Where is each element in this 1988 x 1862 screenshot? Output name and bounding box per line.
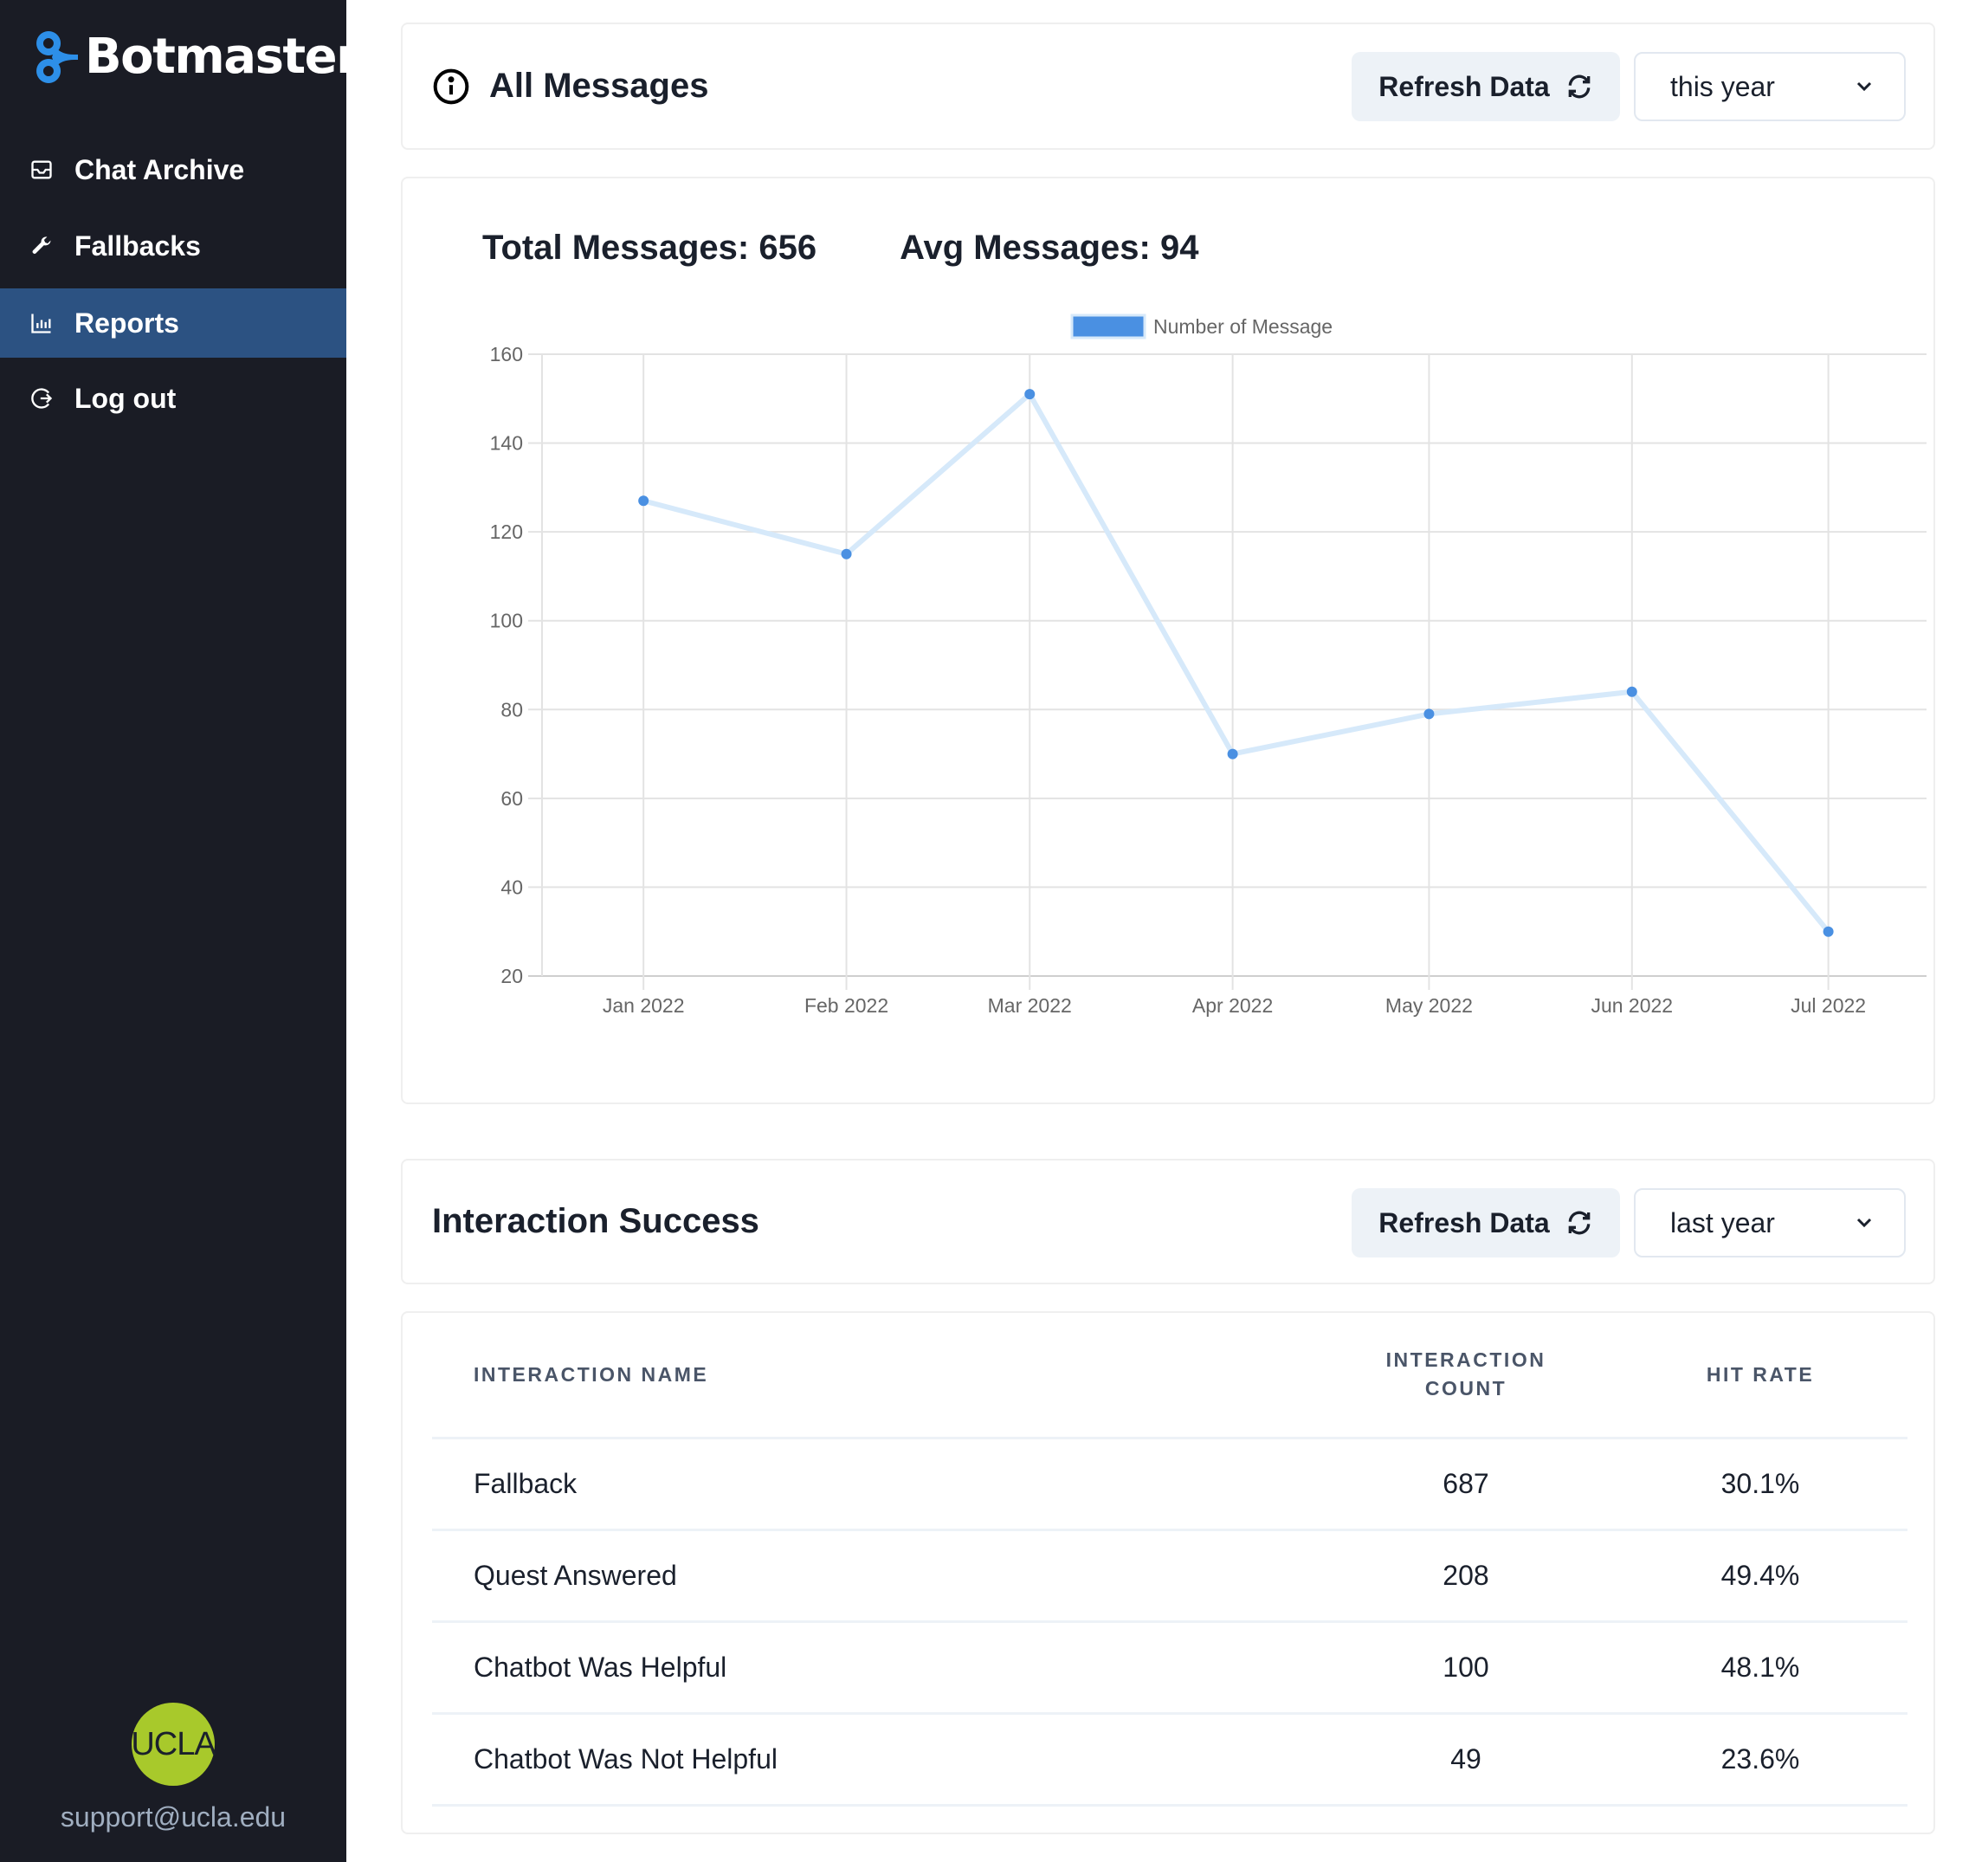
botmaster-logo-icon — [36, 31, 78, 83]
data-point — [841, 548, 852, 559]
y-tick-label: 100 — [490, 610, 523, 632]
time-range-select[interactable]: this year — [1634, 52, 1906, 121]
inbox-icon — [29, 158, 54, 182]
sidebar-item-label: Fallbacks — [74, 230, 201, 262]
x-tick-label: Feb 2022 — [804, 994, 888, 1017]
sidebar-item-log-out[interactable]: Log out — [0, 364, 346, 433]
sidebar-item-label: Reports — [74, 307, 179, 339]
refresh-icon — [1568, 1211, 1591, 1235]
refresh-label: Refresh Data — [1378, 70, 1550, 102]
table-row: Chatbot Was Not Helpful 49 23.6% — [432, 1713, 1907, 1807]
hit-rate: 30.1% — [1613, 1438, 1907, 1531]
table-row: Fallback 687 30.1% — [432, 1438, 1907, 1531]
hit-rate: 23.6% — [1613, 1713, 1907, 1807]
select-value: this year — [1670, 70, 1775, 102]
wrench-icon — [29, 234, 54, 258]
series-line — [642, 391, 1830, 934]
avatar[interactable]: UCLA — [131, 1703, 216, 1786]
interaction-table: Interaction Name Interaction Count Hit R… — [432, 1313, 1907, 1807]
table-header-row: Interaction Name Interaction Count Hit R… — [432, 1313, 1907, 1439]
line-chart: 20 40 60 80 100 120 140 160 Jan 2022 Feb 2022 Mar … — [490, 314, 1927, 1017]
y-tick-label: 40 — [500, 876, 523, 898]
y-tick-label: 140 — [490, 432, 523, 455]
column-header-count[interactable]: Interaction Count — [1319, 1313, 1613, 1439]
data-point — [1423, 708, 1435, 720]
messages-chart-card: Total Messages: 656 Avg Messages: 94 20 4… — [401, 177, 1935, 1104]
interaction-count: 49 — [1319, 1713, 1613, 1807]
data-point — [1626, 686, 1637, 697]
time-range-select[interactable]: last year — [1634, 1188, 1906, 1257]
chevron-down-icon — [1856, 81, 1872, 92]
sidebar: Botmaster Chat Archive Fallbacks Reports… — [0, 0, 360, 1862]
hit-rate: 48.1% — [1613, 1621, 1907, 1715]
x-tick-label: May 2022 — [1385, 994, 1473, 1017]
x-tick-label: Jan 2022 — [603, 994, 685, 1017]
interaction-success-header-card: Interaction Success Refresh Data last ye… — [401, 1159, 1935, 1284]
data-point — [1823, 926, 1834, 937]
legend-swatch — [1070, 314, 1146, 339]
data-point — [1227, 748, 1238, 760]
refresh-data-button[interactable]: Refresh Data — [1352, 52, 1620, 121]
x-tick-label: Jun 2022 — [1591, 994, 1673, 1017]
sidebar-item-label: Log out — [74, 382, 177, 414]
interaction-name: Chatbot Was Helpful — [432, 1621, 1319, 1715]
all-messages-header-card: All Messages Refresh Data this year — [401, 23, 1935, 150]
section-title: All Messages — [489, 67, 709, 105]
brand-name: Botmaster — [85, 29, 360, 85]
interaction-count: 208 — [1319, 1529, 1613, 1623]
y-tick-label: 80 — [500, 698, 523, 721]
table-row: Chatbot Was Helpful 100 48.1% — [432, 1621, 1907, 1715]
select-value: last year — [1670, 1206, 1775, 1238]
y-tick-label: 120 — [490, 520, 523, 543]
sidebar-item-reports[interactable]: Reports — [0, 288, 346, 358]
sidebar-item-label: Chat Archive — [74, 153, 245, 185]
logout-icon — [29, 386, 54, 411]
x-tick-label: Apr 2022 — [1192, 994, 1273, 1017]
table-row: Quest Answered 208 49.4% — [432, 1529, 1907, 1623]
column-header-count-line2: Count — [1424, 1377, 1507, 1400]
x-tick-label: Jul 2022 — [1791, 994, 1866, 1017]
brand-logo[interactable]: Botmaster — [31, 26, 360, 88]
sidebar-item-fallbacks[interactable]: Fallbacks — [0, 211, 346, 281]
support-email: support@ucla.edu — [60, 1801, 287, 1833]
column-header-count-line1: Interaction — [1385, 1348, 1546, 1372]
data-point — [1024, 389, 1036, 400]
refresh-data-button[interactable]: Refresh Data — [1352, 1188, 1620, 1257]
sidebar-item-chat-archive[interactable]: Chat Archive — [0, 135, 346, 204]
section-title: Interaction Success — [432, 1202, 759, 1240]
chevron-down-icon — [1856, 1218, 1872, 1228]
interaction-count: 100 — [1319, 1621, 1613, 1715]
y-tick-label: 160 — [490, 343, 523, 365]
refresh-label: Refresh Data — [1378, 1206, 1550, 1238]
legend-label: Number of Message — [1153, 315, 1333, 338]
hit-rate: 49.4% — [1613, 1529, 1907, 1623]
column-header-name[interactable]: Interaction Name — [432, 1313, 1319, 1439]
y-tick-label: 60 — [500, 787, 523, 810]
y-tick-label: 20 — [500, 965, 523, 987]
interaction-table-card: Interaction Name Interaction Count Hit R… — [401, 1311, 1935, 1834]
info-icon — [433, 68, 469, 104]
interaction-name: Quest Answered — [432, 1529, 1319, 1623]
column-header-hit-rate[interactable]: Hit Rate — [1613, 1313, 1907, 1439]
interaction-name: Fallback — [432, 1438, 1319, 1531]
interaction-name: Chatbot Was Not Helpful — [432, 1713, 1319, 1807]
bar-chart-icon — [29, 311, 54, 335]
refresh-icon — [1568, 74, 1591, 99]
interaction-count: 687 — [1319, 1438, 1613, 1531]
data-point — [638, 495, 649, 507]
x-tick-label: Mar 2022 — [988, 994, 1072, 1017]
